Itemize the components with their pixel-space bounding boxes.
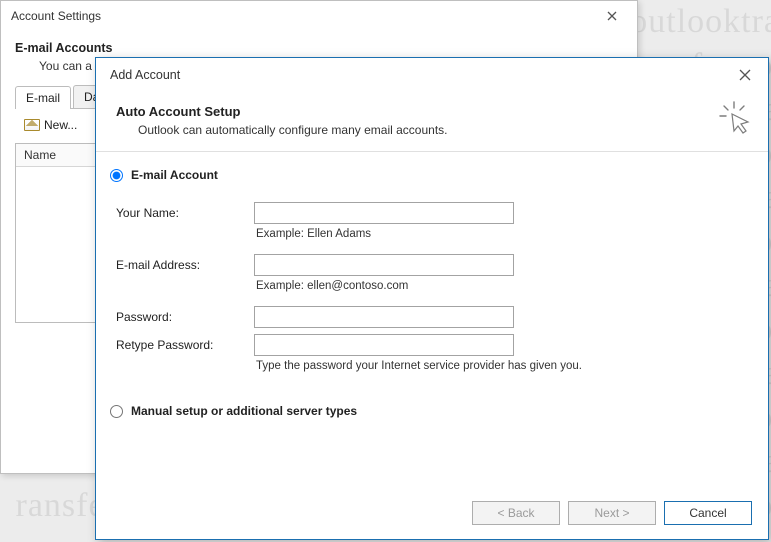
new-account-button[interactable]: New... <box>17 115 84 135</box>
retype-password-label: Retype Password: <box>116 338 246 352</box>
close-icon <box>739 69 751 81</box>
email-account-option[interactable]: E-mail Account <box>110 168 762 182</box>
password-input[interactable] <box>254 306 514 328</box>
wizard-heading: Auto Account Setup <box>116 104 748 119</box>
your-name-input[interactable] <box>254 202 514 224</box>
wizard-body: E-mail Account Your Name: Example: Ellen… <box>96 152 768 424</box>
cursor-click-icon <box>718 100 754 136</box>
account-settings-close-button[interactable] <box>597 1 627 31</box>
wizard-subtext: Outlook can automatically configure many… <box>138 123 748 137</box>
email-address-label: E-mail Address: <box>116 258 246 272</box>
your-name-label: Your Name: <box>116 206 246 220</box>
password-hint: Type the password your Internet service … <box>256 360 616 372</box>
account-settings-titlebar: Account Settings <box>1 1 637 31</box>
email-account-radio-label: E-mail Account <box>131 168 218 182</box>
manual-setup-radio[interactable] <box>110 405 123 418</box>
manual-setup-radio-label: Manual setup or additional server types <box>131 404 357 418</box>
password-label: Password: <box>116 310 246 324</box>
next-button[interactable]: Next > <box>568 501 656 525</box>
new-button-label: New... <box>44 118 77 132</box>
mail-icon <box>24 119 40 131</box>
email-example: Example: ellen@contoso.com <box>256 280 514 292</box>
add-account-title: Add Account <box>110 68 180 82</box>
wizard-header: Auto Account Setup Outlook can automatic… <box>96 92 768 152</box>
email-account-radio[interactable] <box>110 169 123 182</box>
wizard-buttons: < Back Next > Cancel <box>472 501 752 525</box>
account-settings-title: Account Settings <box>11 9 101 23</box>
cancel-button[interactable]: Cancel <box>664 501 752 525</box>
email-accounts-heading: E-mail Accounts <box>15 41 623 55</box>
add-account-titlebar: Add Account <box>96 58 768 92</box>
email-address-input[interactable] <box>254 254 514 276</box>
retype-password-input[interactable] <box>254 334 514 356</box>
your-name-example: Example: Ellen Adams <box>256 228 514 240</box>
manual-setup-option[interactable]: Manual setup or additional server types <box>110 404 762 418</box>
email-setup-form: Your Name: Example: Ellen Adams E-mail A… <box>116 202 762 380</box>
tab-email[interactable]: E-mail <box>15 86 71 109</box>
back-button: < Back <box>472 501 560 525</box>
add-account-window: Add Account Auto Account Setup Outlook c… <box>95 57 769 540</box>
add-account-close-button[interactable] <box>730 60 760 90</box>
close-icon <box>607 11 617 21</box>
